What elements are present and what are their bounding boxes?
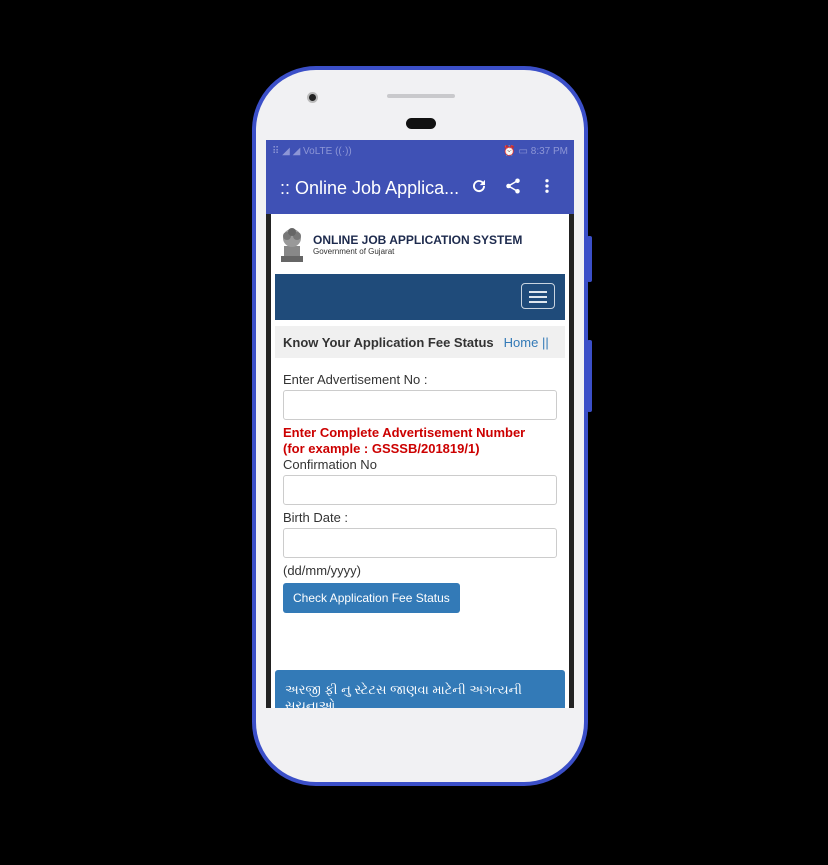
more-vert-icon[interactable] xyxy=(530,177,564,200)
front-camera xyxy=(307,92,318,103)
hamburger-icon xyxy=(529,301,547,303)
earpiece-speaker xyxy=(387,94,455,98)
page-title: Know Your Application Fee Status xyxy=(283,334,494,350)
birth-date-label: Birth Date : xyxy=(283,510,349,525)
volume-button xyxy=(587,236,592,282)
power-button xyxy=(587,340,592,412)
app-bar: :: Online Job Applica... xyxy=(266,162,574,214)
advertisement-no-label: Enter Advertisement No : xyxy=(283,372,428,387)
confirmation-no-label: Confirmation No xyxy=(283,457,377,472)
confirmation-no-input[interactable] xyxy=(283,475,557,505)
site-subtitle: Government of Gujarat xyxy=(313,246,395,256)
phone-frame: ⠿ ◢ ◢ VoLTE ((·)) ⏰ ▭ 8:37 PM :: Online … xyxy=(252,66,592,786)
site-navbar xyxy=(275,274,565,320)
webview: ONLINE JOB APPLICATION SYSTEM Government… xyxy=(271,214,569,708)
site-title: ONLINE JOB APPLICATION SYSTEM xyxy=(313,232,523,247)
proximity-sensor xyxy=(406,118,436,129)
date-format-hint: (dd/mm/yyyy) xyxy=(283,563,361,578)
home-link[interactable]: Home || xyxy=(504,335,549,350)
site-title-block: ONLINE JOB APPLICATION SYSTEM Government… xyxy=(313,233,522,256)
menu-toggle-button[interactable] xyxy=(521,283,555,309)
hamburger-icon xyxy=(529,291,547,293)
status-bar: ⠿ ◢ ◢ VoLTE ((·)) ⏰ ▭ 8:37 PM xyxy=(266,140,574,162)
check-fee-status-button[interactable]: Check Application Fee Status xyxy=(283,583,460,613)
birth-date-input[interactable] xyxy=(283,528,557,558)
emblem-icon xyxy=(281,228,303,262)
share-icon[interactable] xyxy=(496,177,530,200)
app-title: :: Online Job Applica... xyxy=(280,177,460,198)
advertisement-hint-line1: Enter Complete Advertisement Number xyxy=(283,425,526,440)
site-header: ONLINE JOB APPLICATION SYSTEM Government… xyxy=(271,214,569,274)
fee-status-form: Enter Advertisement No : Enter Complete … xyxy=(271,358,569,613)
status-right-info: ⏰ ▭ 8:37 PM xyxy=(503,145,568,157)
refresh-icon[interactable] xyxy=(462,177,496,200)
phone-screen: ⠿ ◢ ◢ VoLTE ((·)) ⏰ ▭ 8:37 PM :: Online … xyxy=(266,140,574,708)
instructions-panel-heading[interactable]: અરજી ફી નુ સ્ટેટસ જાણવા માટેની અગત્યની સ… xyxy=(275,670,565,708)
breadcrumb: Know Your Application Fee Status Home || xyxy=(275,326,565,358)
status-left-icons: ⠿ ◢ ◢ VoLTE ((·)) xyxy=(272,145,352,157)
advertisement-no-input[interactable] xyxy=(283,390,557,420)
phone-body: ⠿ ◢ ◢ VoLTE ((·)) ⏰ ▭ 8:37 PM :: Online … xyxy=(256,70,584,782)
hamburger-icon xyxy=(529,296,547,298)
advertisement-hint-line2: (for example : GSSSB/201819/1) xyxy=(283,441,480,456)
